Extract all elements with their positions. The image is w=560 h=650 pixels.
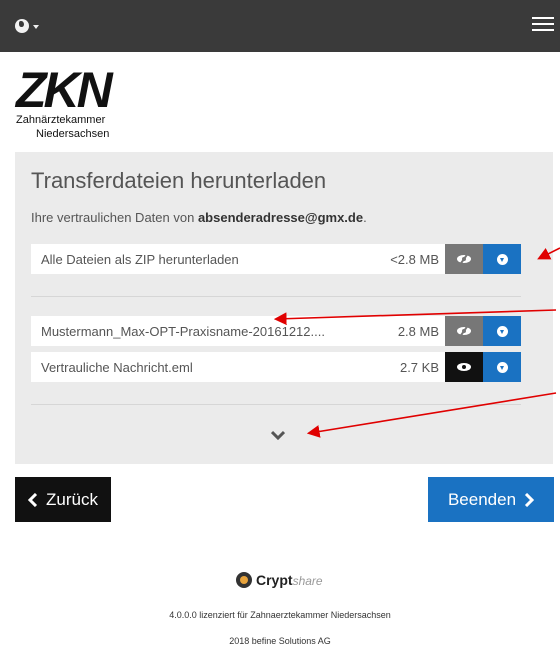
- license-text: 4.0.0.0 lizenziert für Zahnaerztekammer …: [169, 610, 391, 620]
- hamburger-menu-button[interactable]: [532, 17, 554, 35]
- divider: [31, 296, 521, 297]
- zip-download-row: Alle Dateien als ZIP herunterladen <2.8 …: [31, 244, 521, 274]
- sender-email: absenderadresse@gmx.de: [197, 210, 364, 225]
- back-button[interactable]: Zurück: [15, 477, 111, 522]
- cryptshare-wordmark: Cryptshare: [256, 572, 323, 588]
- sender-info: Ihre vertraulichen Daten von absenderadr…: [31, 210, 367, 225]
- back-button-label: Zurück: [46, 489, 98, 509]
- cryptshare-logo: Cryptshare: [236, 569, 323, 591]
- logo-line-2: Niedersachsen: [36, 128, 110, 140]
- zip-preview-button[interactable]: [445, 244, 483, 274]
- zip-download-button[interactable]: [483, 244, 521, 274]
- download-panel: Transferdateien herunterladen Ihre vertr…: [15, 152, 553, 464]
- copyright-text: 2018 befine Solutions AG: [229, 636, 331, 646]
- brand-bold: Crypt: [256, 572, 293, 588]
- globe-icon: [15, 19, 29, 33]
- file-row: Mustermann_Max-OPT-Praxisname-20161212..…: [31, 316, 521, 346]
- sender-info-suffix: .: [363, 210, 367, 225]
- page-title: Transferdateien herunterladen: [31, 168, 327, 193]
- file-preview-button[interactable]: [445, 352, 483, 382]
- eye-slash-icon: [457, 327, 471, 335]
- cryptshare-mark-icon: [236, 572, 252, 588]
- eye-slash-icon: [457, 255, 471, 263]
- file-row: Vertrauliche Nachricht.eml 2.7 KB: [31, 352, 521, 382]
- zip-row-label: Alle Dateien als ZIP herunterladen: [41, 252, 239, 267]
- brand-light: share: [292, 574, 323, 588]
- caret-down-icon: [33, 25, 39, 29]
- chevron-down-icon[interactable]: [271, 430, 285, 440]
- download-icon: [496, 325, 508, 337]
- language-dropdown[interactable]: [15, 16, 51, 36]
- download-icon: [496, 361, 508, 373]
- file-download-button[interactable]: [483, 316, 521, 346]
- download-icon: [496, 253, 508, 265]
- file-size: 2.7 KB: [399, 360, 439, 375]
- chevron-left-icon: [28, 492, 38, 507]
- file-preview-button[interactable]: [445, 316, 483, 346]
- file-size: 2.8 MB: [397, 324, 439, 339]
- divider: [31, 404, 521, 405]
- top-navbar: [0, 0, 560, 52]
- logo-mark: ZKN: [16, 62, 113, 118]
- chevron-right-icon: [524, 492, 535, 507]
- eye-icon: [457, 363, 471, 371]
- zkn-logo: ZKN Zahnärztekammer Niedersachsen: [16, 62, 146, 148]
- finish-button[interactable]: Beenden: [428, 477, 554, 522]
- sender-info-prefix: Ihre vertraulichen Daten von: [31, 210, 198, 225]
- file-name: Vertrauliche Nachricht.eml: [41, 360, 193, 375]
- file-download-button[interactable]: [483, 352, 521, 382]
- finish-button-label: Beenden: [447, 489, 517, 509]
- zip-row-size: <2.8 MB: [390, 252, 439, 267]
- file-name: Mustermann_Max-OPT-Praxisname-20161212..…: [41, 324, 325, 339]
